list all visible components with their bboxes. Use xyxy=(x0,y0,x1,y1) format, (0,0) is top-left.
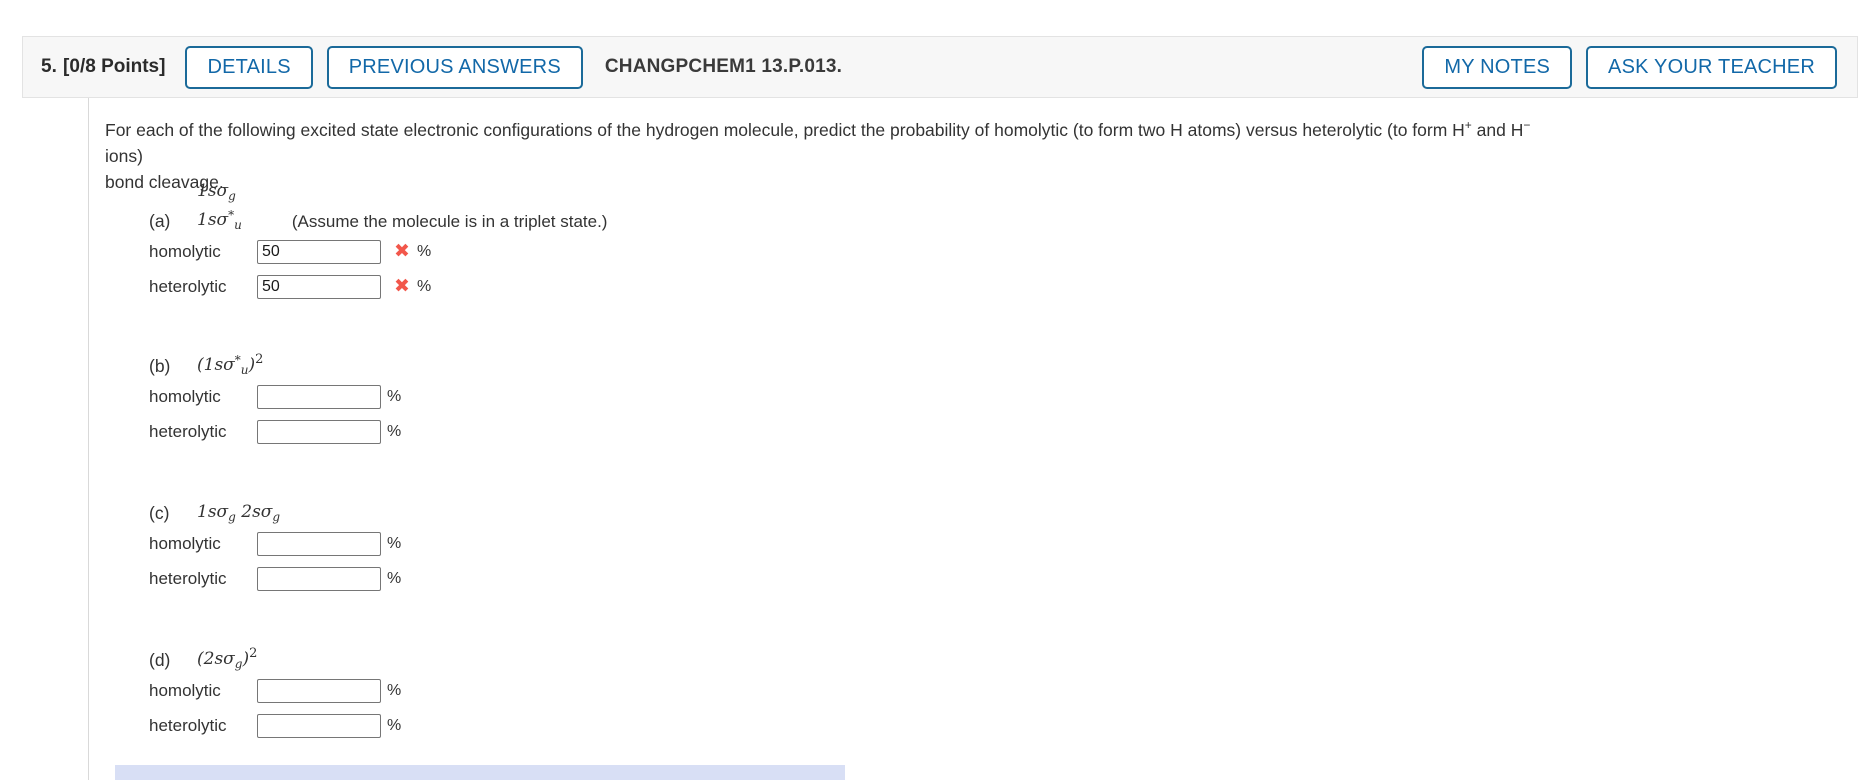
part-c-homolytic-row: homolytic % xyxy=(149,528,401,559)
part-b-homolytic-input[interactable] xyxy=(257,384,381,409)
part-d-homolytic-row: homolytic % xyxy=(149,675,401,706)
part-c-heterolytic-unit: % xyxy=(387,569,402,587)
part-c-config-second-sub: g xyxy=(272,510,281,524)
part-d: (d) (2sσg)2 homolytic % heterolytic % xyxy=(149,645,401,741)
part-a-config-sub: u xyxy=(234,218,242,232)
prompt-line1-part1: For each of the following excited state … xyxy=(105,119,1465,140)
part-c-config-first-sub: g xyxy=(228,510,236,524)
prompt-line2: bond cleavage. xyxy=(105,172,224,193)
part-b-heterolytic-unit: % xyxy=(387,422,402,440)
part-b: (b) (1sσ*u)2 homolytic % heterolytic % xyxy=(149,351,401,447)
part-d-config-prefix: (2sσ xyxy=(197,649,235,670)
part-a-heterolytic-label: heterolytic xyxy=(149,276,227,296)
part-a-heterolytic-unit: % xyxy=(417,277,432,295)
part-b-homolytic-row: homolytic % xyxy=(149,381,401,412)
part-c-homolytic-input[interactable] xyxy=(257,531,381,556)
part-c-header: (c) 1sσg 2sσg xyxy=(149,498,401,524)
part-a-homolytic-input[interactable] xyxy=(257,239,381,264)
part-a-config-upper-text: 1sσ xyxy=(197,181,229,201)
part-b-configuration: (1sσ*u)2 xyxy=(197,352,263,377)
question-content-panel: For each of the following excited state … xyxy=(88,98,1858,780)
part-d-letter: (d) xyxy=(149,650,171,670)
part-d-heterolytic-unit: % xyxy=(387,716,402,734)
part-b-homolytic-label: homolytic xyxy=(149,386,221,406)
part-d-homolytic-unit: % xyxy=(387,681,402,699)
part-a-homolytic-label: homolytic xyxy=(149,241,221,261)
part-c-config-second: 2sσ xyxy=(241,502,273,523)
part-a: 1sσg (a) 1sσ*u (Assume the molecule is i… xyxy=(149,181,607,302)
question-code: CHANGPCHEM1 13.P.013. xyxy=(604,56,843,77)
part-a-homolytic-unit: % xyxy=(417,242,432,260)
part-d-configuration: (2sσg)2 xyxy=(197,646,257,671)
previous-answers-button[interactable]: PREVIOUS ANSWERS xyxy=(326,45,583,89)
part-b-heterolytic-input[interactable] xyxy=(257,419,381,444)
part-a-homolytic-incorrect-icon: ✖ xyxy=(394,240,410,262)
part-a-heterolytic-row: heterolytic ✖ % xyxy=(149,271,607,302)
part-b-heterolytic-row: heterolytic % xyxy=(149,416,401,447)
question-points: [0/8 Points] xyxy=(63,56,166,77)
part-a-heterolytic-incorrect-icon: ✖ xyxy=(394,275,410,297)
part-c-heterolytic-row: heterolytic % xyxy=(149,563,401,594)
part-d-config-exponent: 2 xyxy=(249,646,258,662)
part-b-config-sub: u xyxy=(240,363,249,377)
part-d-heterolytic-input[interactable] xyxy=(257,713,381,738)
part-b-homolytic-unit: % xyxy=(387,387,402,405)
question-number: 5. xyxy=(41,56,58,77)
part-a-configuration: 1sσ*u xyxy=(197,208,242,232)
part-b-letter: (b) xyxy=(149,356,171,376)
part-a-header: (a) 1sσ*u (Assume the molecule is in a t… xyxy=(149,206,607,232)
question-page: 5. [0/8 Points] DETAILS PREVIOUS ANSWERS… xyxy=(0,0,1860,780)
part-a-heterolytic-input[interactable] xyxy=(257,274,381,299)
part-b-config-exponent: 2 xyxy=(255,352,264,368)
ask-your-teacher-button[interactable]: ASK YOUR TEACHER xyxy=(1586,45,1837,89)
part-b-config-prefix: (1sσ xyxy=(197,355,235,376)
part-d-homolytic-label: homolytic xyxy=(149,680,221,700)
part-c-config-first: 1sσ xyxy=(197,502,229,523)
part-c-heterolytic-input[interactable] xyxy=(257,566,381,591)
my-notes-button[interactable]: MY NOTES xyxy=(1422,45,1573,89)
question-prompt: For each of the following excited state … xyxy=(105,116,1565,196)
h-plus-superscript: + xyxy=(1464,118,1472,132)
part-a-config-upper-sub: g xyxy=(228,188,236,203)
question-header-bar: 5. [0/8 Points] DETAILS PREVIOUS ANSWERS… xyxy=(22,36,1858,98)
part-c-letter: (c) xyxy=(149,503,170,523)
part-a-note: (Assume the molecule is in a triplet sta… xyxy=(291,212,608,231)
part-b-heterolytic-label: heterolytic xyxy=(149,421,227,441)
part-d-heterolytic-row: heterolytic % xyxy=(149,710,401,741)
part-c: (c) 1sσg 2sσg homolytic % heterolytic % xyxy=(149,498,401,594)
part-c-configuration: 1sσg 2sσg xyxy=(197,502,280,524)
part-a-config-text: 1sσ xyxy=(197,210,229,231)
part-a-homolytic-row: homolytic ✖ % xyxy=(149,236,607,267)
part-b-header: (b) (1sσ*u)2 xyxy=(149,351,401,377)
part-c-homolytic-label: homolytic xyxy=(149,533,221,553)
part-c-homolytic-unit: % xyxy=(387,534,402,552)
details-button[interactable]: DETAILS xyxy=(185,45,313,89)
prompt-line1-part3: ions) xyxy=(105,146,143,167)
part-a-config-upper-line: 1sσg xyxy=(197,181,236,203)
part-d-heterolytic-label: heterolytic xyxy=(149,715,227,735)
part-d-header: (d) (2sσg)2 xyxy=(149,645,401,671)
bottom-highlight-bar xyxy=(115,765,845,780)
part-a-letter: (a) xyxy=(149,211,171,231)
part-c-heterolytic-label: heterolytic xyxy=(149,568,227,588)
h-minus-superscript: − xyxy=(1523,118,1531,132)
part-d-homolytic-input[interactable] xyxy=(257,678,381,703)
prompt-line1-part2: and H xyxy=(1471,119,1524,140)
